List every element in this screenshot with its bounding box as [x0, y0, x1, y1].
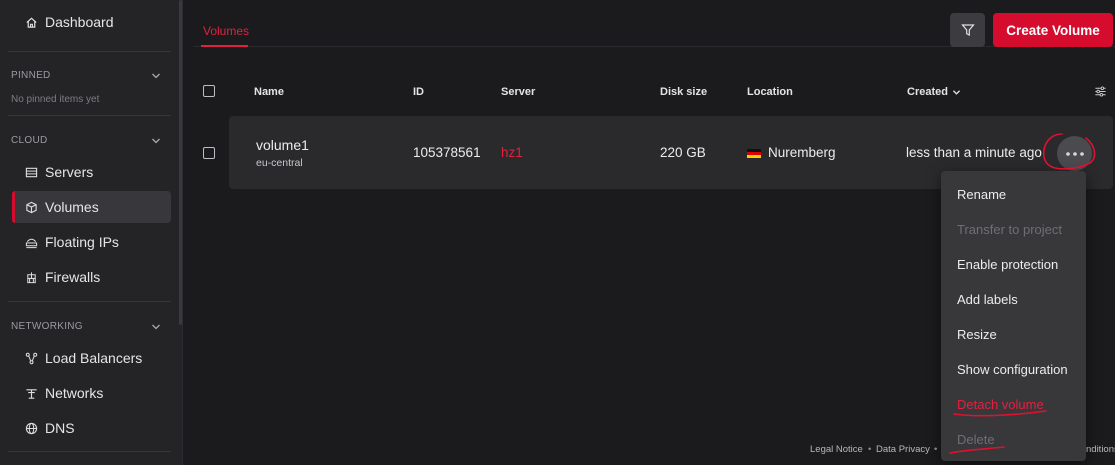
data-privacy-link[interactable]: Data Privacy [876, 444, 930, 455]
column-header-disk-size[interactable]: Disk size [660, 86, 707, 98]
sidebar-item-networks[interactable]: Networks [12, 377, 171, 409]
menu-item-add-labels[interactable]: Add labels [957, 292, 1018, 307]
sidebar-item-volumes[interactable]: Volumes [12, 191, 171, 223]
column-header-server[interactable]: Server [501, 86, 535, 98]
sidebar-item-label: Load Balancers [45, 350, 143, 366]
legal-notice-link[interactable]: Legal Notice [810, 444, 863, 455]
sidebar-item-label: Floating IPs [45, 234, 119, 250]
sidebar: Dashboard PINNED No pinned items yet CLO… [0, 0, 183, 465]
tab-volumes[interactable]: Volumes [203, 24, 249, 38]
section-title: NETWORKING [11, 321, 83, 332]
column-header-name[interactable]: Name [254, 86, 284, 98]
globe-icon [24, 421, 38, 435]
divider [8, 301, 171, 302]
network-icon [24, 386, 38, 400]
select-all-checkbox[interactable] [203, 85, 215, 97]
chevron-down-icon [151, 72, 161, 80]
sidebar-item-dns[interactable]: DNS [12, 412, 171, 444]
section-pinned-header[interactable]: PINNED [11, 70, 161, 81]
menu-item-resize[interactable]: Resize [957, 327, 997, 342]
menu-item-enable-protection[interactable]: Enable protection [957, 257, 1058, 272]
more-horizontal-icon [1064, 151, 1086, 157]
firewall-icon [24, 270, 38, 284]
floating-ip-icon [24, 235, 38, 249]
sidebar-item-label: Networks [45, 385, 104, 401]
terms-conditions-link[interactable]: nditions [1086, 444, 1115, 455]
sidebar-item-firewalls[interactable]: Firewalls [12, 261, 171, 293]
section-networking-header[interactable]: NETWORKING [11, 321, 161, 332]
location-name: Nuremberg [768, 145, 836, 160]
divider [8, 451, 171, 452]
sidebar-item-label: Servers [45, 164, 94, 180]
chevron-down-icon [952, 89, 961, 96]
pinned-empty-text: No pinned items yet [11, 94, 100, 105]
row-context-menu: Rename Transfer to project Enable protec… [941, 171, 1086, 461]
server-icon [24, 165, 38, 179]
germany-flag-icon [747, 149, 761, 158]
menu-item-rename[interactable]: Rename [957, 187, 1006, 202]
volume-region: eu-central [256, 157, 303, 169]
sidebar-item-label: Volumes [45, 199, 99, 215]
cube-icon [24, 200, 38, 214]
section-cloud-header[interactable]: CLOUD [11, 135, 161, 146]
volume-id: 105378561 [413, 145, 481, 160]
menu-item-delete: Delete [957, 432, 995, 447]
sidebar-item-servers[interactable]: Servers [12, 156, 171, 188]
create-volume-button[interactable]: Create Volume [993, 13, 1113, 47]
column-header-id[interactable]: ID [413, 86, 424, 98]
menu-item-transfer-to-project: Transfer to project [957, 222, 1063, 237]
sidebar-scrollbar[interactable] [179, 0, 182, 325]
volume-name[interactable]: volume1 [256, 137, 309, 153]
chevron-down-icon [151, 137, 161, 145]
section-title: PINNED [11, 70, 51, 81]
footer-separator: • [934, 444, 938, 455]
column-header-created[interactable]: Created [907, 86, 961, 98]
menu-item-show-configuration[interactable]: Show configuration [957, 362, 1068, 377]
sliders-icon [1094, 85, 1107, 98]
chevron-down-icon [151, 323, 161, 331]
menu-item-detach-volume[interactable]: Detach volume [957, 397, 1044, 412]
filter-button[interactable] [950, 13, 985, 47]
load-balancer-icon [24, 351, 38, 365]
column-header-location[interactable]: Location [747, 86, 793, 98]
sidebar-item-label: Dashboard [45, 14, 114, 30]
divider [8, 115, 171, 116]
divider [8, 51, 171, 52]
disk-size: 220 GB [660, 145, 706, 160]
filter-icon [960, 23, 975, 37]
column-header-label: Created [907, 86, 948, 98]
home-icon [24, 15, 38, 29]
row-actions-button[interactable] [1057, 136, 1092, 171]
sidebar-item-floating-ips[interactable]: Floating IPs [12, 226, 171, 258]
server-link[interactable]: hz1 [501, 145, 523, 160]
section-title: CLOUD [11, 135, 48, 146]
sidebar-item-label: DNS [45, 420, 75, 436]
column-settings-button[interactable] [1094, 85, 1107, 98]
sidebar-item-dashboard[interactable]: Dashboard [12, 6, 171, 38]
tab-active-indicator [201, 45, 248, 47]
sidebar-item-label: Firewalls [45, 269, 101, 285]
footer-separator: • [868, 444, 872, 455]
row-select-checkbox[interactable] [203, 147, 215, 159]
created-time: less than a minute ago [906, 145, 1042, 160]
sidebar-item-load-balancers[interactable]: Load Balancers [12, 342, 171, 374]
